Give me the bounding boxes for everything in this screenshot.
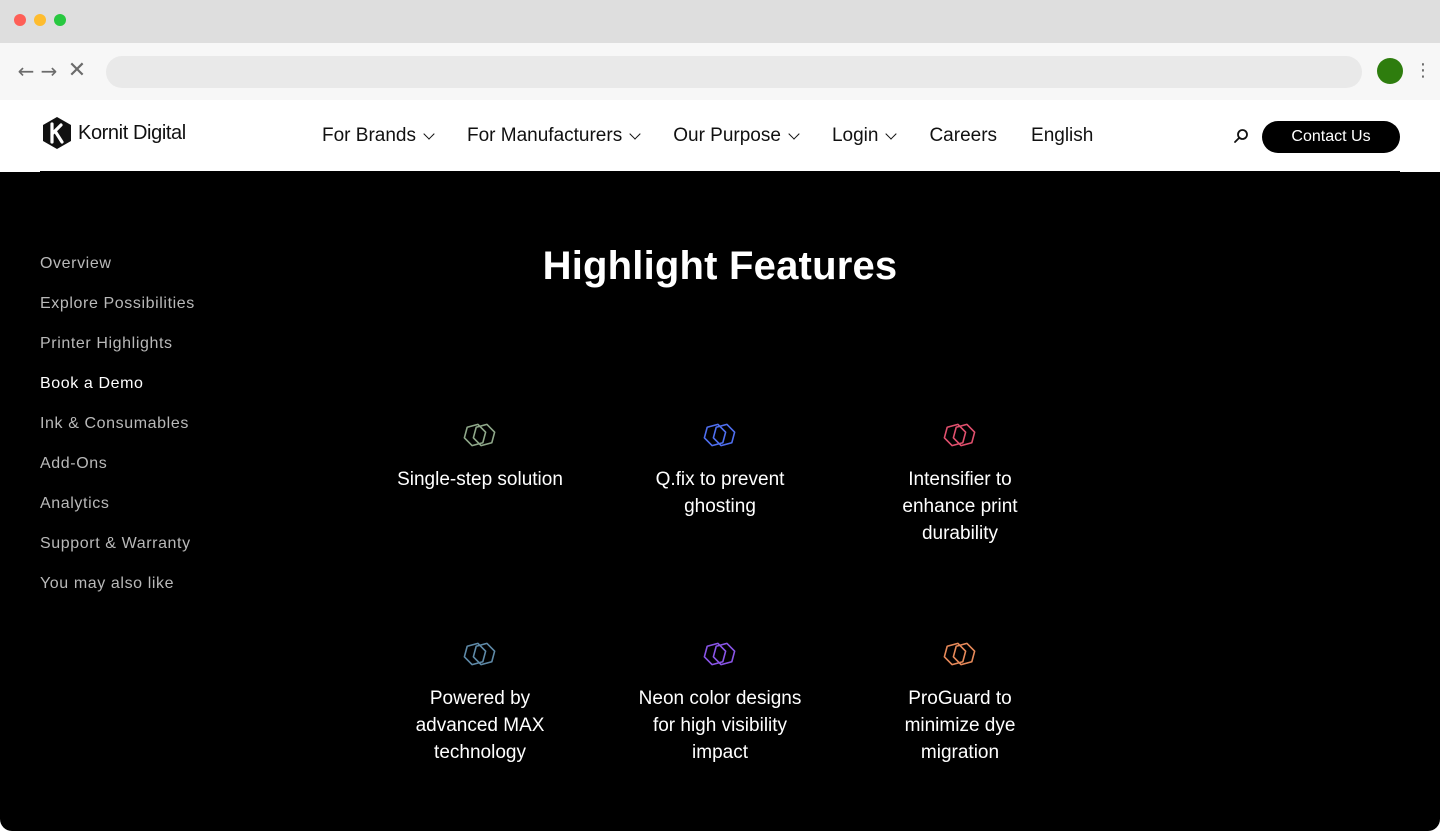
stop-loading-icon[interactable]: ✕ — [66, 60, 88, 82]
feature-card: Powered by advanced MAX technology — [395, 639, 565, 766]
nav-item-login[interactable]: Login — [831, 125, 898, 147]
nav-item-english[interactable]: English — [1031, 125, 1093, 147]
hexagons-icon — [943, 423, 976, 447]
browser-toolbar: ← → ✕ ⋮ — [0, 43, 1440, 100]
address-bar[interactable] — [106, 56, 1362, 88]
nav-item-label: Our Purpose — [673, 125, 781, 146]
hexagons-icon — [463, 423, 496, 447]
nav-item-for-manufacturers[interactable]: For Manufacturers — [466, 125, 641, 147]
hexagons-icon — [943, 642, 976, 666]
site-header: Kornit Digital For Brands For Manufacture… — [0, 100, 1440, 172]
nav-item-careers[interactable]: Careers — [929, 125, 997, 147]
back-icon[interactable]: ← — [15, 60, 37, 82]
nav-item-label: For Manufacturers — [466, 125, 623, 146]
maximize-window-button[interactable] — [54, 14, 66, 26]
hexagons-icon — [703, 642, 736, 666]
nav-item-label: English — [1031, 125, 1094, 146]
feature-label: ProGuard to minimize dye migration — [904, 688, 1016, 763]
feature-label: Neon color designs for high visibility i… — [638, 688, 802, 763]
feature-label: Q.fix to prevent ghosting — [655, 469, 785, 517]
kornit-logo[interactable]: Kornit Digital — [40, 116, 186, 150]
hexagons-icon — [703, 423, 736, 447]
search-icon[interactable] — [1233, 128, 1249, 144]
minimize-window-button[interactable] — [34, 14, 46, 26]
browser-menu-icon[interactable]: ⋮ — [1414, 58, 1432, 84]
forward-icon[interactable]: → — [38, 60, 60, 82]
main-nav: For Brands For Manufacturers Our Purpose Lo… — [322, 124, 1127, 148]
feature-label: Single-step solution — [397, 469, 563, 490]
feature-label: Intensifier to enhance print durability — [902, 469, 1018, 544]
logo-text: Kornit Digital — [78, 121, 186, 144]
window-titlebar — [0, 0, 1440, 43]
feature-card: Single-step solution — [395, 420, 565, 493]
feature-grid: Single-step solution Q.fix to prevent gho… — [0, 172, 1440, 831]
nav-item-label: Login — [831, 125, 879, 146]
feature-label: Powered by advanced MAX technology — [415, 688, 545, 763]
close-window-button[interactable] — [14, 14, 26, 26]
nav-item-label: Careers — [929, 125, 998, 146]
kornit-logo-icon — [43, 117, 71, 149]
feature-card: Q.fix to prevent ghosting — [635, 420, 805, 520]
nav-item-for-brands[interactable]: For Brands — [322, 125, 435, 147]
nav-item-label: For Brands — [322, 125, 416, 146]
contact-us-button[interactable]: Contact Us — [1262, 121, 1400, 153]
feature-card: Neon color designs for high visibility i… — [635, 639, 805, 766]
feature-card: ProGuard to minimize dye migration — [875, 639, 1045, 766]
chevron-down-icon — [788, 127, 800, 140]
chevron-down-icon — [629, 127, 641, 140]
highlight-features-section: Overview Explore Possibilities Printer Hig… — [0, 172, 1440, 831]
chevron-down-icon — [885, 127, 898, 140]
profile-avatar[interactable] — [1377, 58, 1403, 84]
nav-item-our-purpose[interactable]: Our Purpose — [673, 125, 800, 147]
hexagons-icon — [463, 642, 496, 666]
feature-card: Intensifier to enhance print durability — [875, 420, 1045, 547]
chevron-down-icon — [423, 127, 435, 140]
